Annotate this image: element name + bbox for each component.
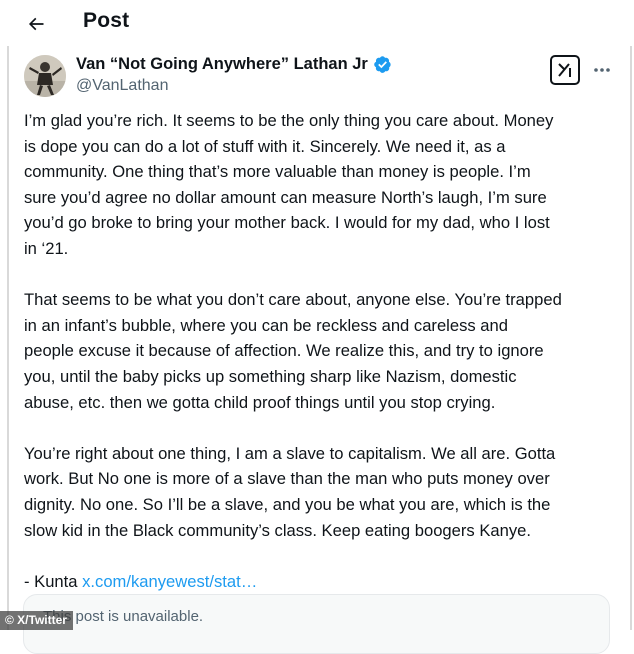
author-name[interactable]: Van “Not Going Anywhere” Lathan Jr (76, 55, 392, 74)
tweet-signoff: - Kunta x.com/kanyewest/stat… (24, 569, 624, 595)
more-button[interactable] (590, 58, 614, 82)
tweet-link[interactable]: x.com/kanyewest/stat… (82, 572, 257, 591)
text-line: dignity. No one. So I’ll be a slave, and… (24, 494, 551, 514)
back-button[interactable] (20, 8, 52, 40)
text-line: work. But No one is more of a slave than… (24, 469, 550, 489)
tweet-paragraph: You’re right about one thing, I am a sla… (24, 441, 624, 543)
text-line: in an infant’s bubble, where you can be … (24, 315, 508, 335)
tweet-paragraph: I’m glad you’re rich. It seems to be the… (24, 108, 624, 262)
avatar-image (24, 55, 66, 97)
text-line: slow kid in the Black community’s class.… (24, 520, 531, 540)
text-line: in ‘21. (24, 238, 69, 258)
text-line: you’d go broke to bring your mother back… (24, 213, 550, 233)
grok-button[interactable] (550, 55, 580, 85)
signoff-text: - Kunta (24, 571, 83, 591)
text-line: I’m glad you’re rich. It seems to be the… (24, 111, 554, 130)
grok-icon (558, 63, 571, 77)
author-name-text: Van “Not Going Anywhere” Lathan Jr (76, 55, 368, 73)
top-bar: Post (0, 0, 634, 46)
text-line: That seems to be what you don’t care abo… (24, 290, 562, 310)
avatar[interactable] (24, 55, 66, 97)
text-line: people excuse it because of affection. W… (24, 341, 544, 361)
text-line: is dope you can do a lot of stuff with i… (24, 136, 506, 156)
text-line: abuse, etc. then we gotta child proof th… (24, 392, 496, 412)
arrow-left-icon (28, 17, 44, 31)
right-border (630, 46, 632, 630)
more-horizontal-icon (594, 68, 610, 72)
text-line: you, until the baby picks up something s… (24, 366, 517, 386)
text-line: community. One thing that’s more valuabl… (24, 162, 531, 182)
left-border (7, 46, 9, 630)
tweet-paragraph: That seems to be what you don’t care abo… (24, 287, 624, 415)
page-title: Post (83, 9, 130, 32)
author-handle[interactable]: @VanLathan (76, 77, 168, 95)
source-watermark: © X/Twitter (0, 611, 73, 630)
quoted-post-card[interactable]: This post is unavailable. (23, 594, 610, 654)
text-line: sure you’d agree no dollar amount can me… (24, 187, 547, 207)
text-line: You’re right about one thing, I am a sla… (24, 443, 556, 463)
verified-badge-icon (374, 56, 391, 73)
tweet-text: I’m glad you’re rich. It seems to be the… (24, 108, 624, 594)
